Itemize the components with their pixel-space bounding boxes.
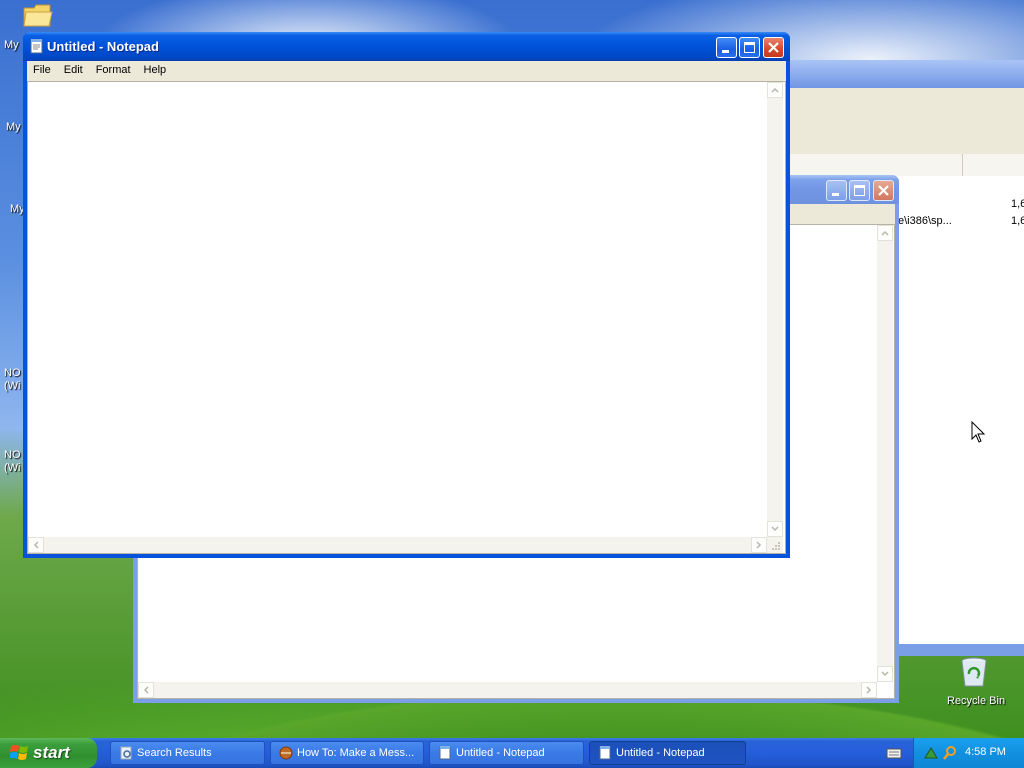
network-icon[interactable] <box>923 745 939 761</box>
scroll-down-button[interactable] <box>877 666 893 682</box>
vertical-scrollbar[interactable] <box>767 82 783 537</box>
taskbar-button-label: Untitled - Notepad <box>456 747 545 759</box>
maximize-button[interactable] <box>849 180 870 201</box>
taskbar-button-notepad[interactable]: Untitled - Notepad <box>429 741 584 765</box>
horizontal-scrollbar[interactable] <box>138 682 877 698</box>
browser-icon <box>279 746 293 760</box>
clock[interactable]: 4:58 PM <box>965 746 1006 758</box>
folder-icon[interactable] <box>22 0 54 28</box>
desktop: My My My NO (Wi NO (Wi Recycle Bin 1,6 e… <box>0 0 1024 738</box>
list-item-size: 1,6 <box>1011 215 1024 227</box>
menu-help[interactable]: Help <box>138 61 174 76</box>
taskbar-button-label: Untitled - Notepad <box>616 747 705 759</box>
scroll-up-button[interactable] <box>767 82 783 98</box>
list-item-path[interactable]: e\i386\sp... <box>898 215 952 227</box>
scroll-left-button[interactable] <box>28 537 44 553</box>
windows-logo-icon <box>10 745 28 760</box>
desktop-icon-label[interactable]: NO <box>4 367 21 379</box>
text-area[interactable] <box>27 81 786 554</box>
keyboard-language-icon[interactable] <box>886 746 902 760</box>
list-item-size: 1,6 <box>1011 198 1024 210</box>
notepad-icon <box>599 746 611 760</box>
recycle-bin-icon[interactable] <box>959 656 989 688</box>
taskbar-button-browser[interactable]: How To: Make a Mess... <box>270 741 424 765</box>
scroll-right-button[interactable] <box>751 537 767 553</box>
taskbar-button-label: How To: Make a Mess... <box>297 747 415 759</box>
size-grip[interactable] <box>767 537 783 553</box>
desktop-icon-label[interactable]: NO <box>4 449 21 461</box>
desktop-icon-label[interactable]: (Wi <box>4 462 21 474</box>
desktop-icon-label[interactable]: My <box>4 39 19 51</box>
desktop-icon-label[interactable]: (Wi <box>4 380 21 392</box>
taskbar: start Search Results How To: Make a Mess… <box>0 738 1024 768</box>
taskbar-button-notepad-active[interactable]: Untitled - Notepad <box>589 741 746 765</box>
menu-format[interactable]: Format <box>90 61 138 76</box>
horizontal-scrollbar[interactable] <box>28 537 767 553</box>
mouse-cursor <box>971 421 986 443</box>
notepad-icon[interactable] <box>29 38 45 54</box>
scroll-left-button[interactable] <box>138 682 154 698</box>
close-button[interactable] <box>873 180 894 201</box>
menu-file[interactable]: File <box>27 61 58 76</box>
background-window-titlebar[interactable] <box>760 60 1024 88</box>
notepad-window[interactable]: Untitled - Notepad File Edit Format Help <box>23 32 790 558</box>
notepad-icon <box>439 746 451 760</box>
scroll-right-button[interactable] <box>861 682 877 698</box>
background-window-header <box>764 154 1024 177</box>
desktop-icon-label[interactable]: My <box>6 121 21 133</box>
menu-edit[interactable]: Edit <box>58 61 90 76</box>
start-label: start <box>33 743 70 762</box>
minimize-button[interactable] <box>716 37 737 58</box>
menu-bar: File Edit Format Help <box>27 61 786 82</box>
taskbar-button-search-results[interactable]: Search Results <box>110 741 265 765</box>
close-button[interactable] <box>763 37 784 58</box>
window-title: Untitled - Notepad <box>47 39 159 54</box>
system-tray: 4:58 PM <box>913 738 1024 768</box>
start-button[interactable]: start <box>0 738 97 768</box>
minimize-button[interactable] <box>826 180 847 201</box>
maximize-button[interactable] <box>739 37 760 58</box>
scroll-up-button[interactable] <box>877 225 893 241</box>
scroll-down-button[interactable] <box>767 521 783 537</box>
background-window-toolbar <box>764 88 1024 154</box>
vertical-scrollbar[interactable] <box>877 225 893 682</box>
search-results-icon <box>120 746 132 760</box>
recycle-bin-label[interactable]: Recycle Bin <box>947 695 1005 707</box>
taskbar-button-label: Search Results <box>137 747 212 759</box>
search-icon[interactable] <box>942 745 958 761</box>
